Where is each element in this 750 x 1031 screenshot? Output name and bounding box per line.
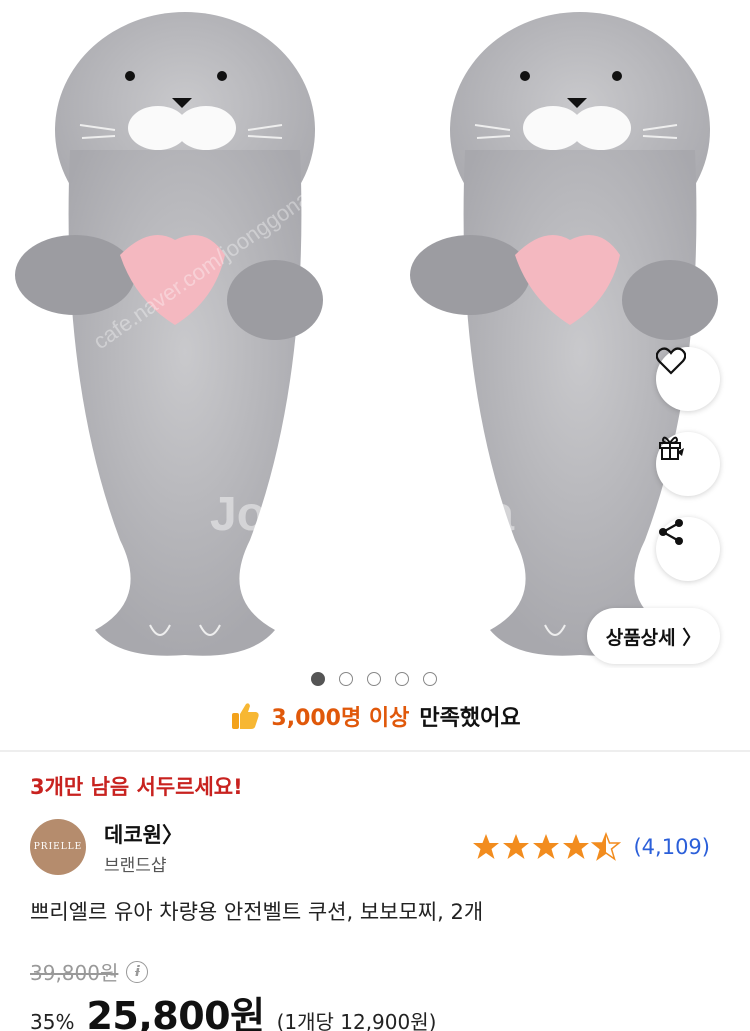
pagination-dot[interactable] [339,672,353,686]
info-icon[interactable]: i [126,960,149,983]
gift-icon [659,436,684,460]
share-button[interactable] [656,517,720,581]
star-rating [473,832,622,861]
section-divider [0,750,750,752]
pagination-dot[interactable] [311,672,325,686]
product-detail-button[interactable]: 상품상세 〉 [587,608,720,664]
product-image-gallery[interactable]: Joonggonara cafe.naver.com/joonggonara 상… [0,0,750,668]
rating-summary[interactable]: (4,109) [471,832,710,862]
seller-row: PRIELLE 데코원〉 브랜드샵 (4,109) [30,814,720,876]
heart-icon [656,347,686,375]
gift-button[interactable] [656,432,720,496]
pagination-dot[interactable] [367,672,381,686]
star-icon [563,834,590,859]
watermark: Joonggonara [210,488,514,541]
thumbs-up-icon [232,703,260,729]
unit-price: (1개당 12,900원) [276,1010,437,1031]
half-star-icon [591,832,622,861]
seller-logo[interactable]: PRIELLE [30,819,86,875]
discount-rate: 35% [30,1010,75,1031]
seller-type: 브랜드샵 [104,856,167,876]
star-icon [533,834,560,859]
original-price: 39,800원 [30,961,119,985]
pagination-dot[interactable] [423,672,437,686]
share-icon [659,519,683,545]
review-count[interactable]: (4,109) [633,835,710,859]
sale-price: 25,800원 [86,994,265,1031]
pagination-dot[interactable] [395,672,409,686]
original-price-row: 39,800원 i [30,957,149,986]
wishlist-button[interactable] [656,347,720,411]
star-icon [503,834,530,859]
product-detail-label: 상품상세 〉 [605,626,702,649]
gallery-pagination [311,672,437,686]
star-icon [473,834,500,859]
satisfaction-count: 3,000명 이상 [271,706,410,731]
product-title: 쁘리엘르 유아 차량용 안전벨트 쿠션, 보보모찌, 2개 [30,900,484,924]
satisfaction-text: 만족했어요 [419,706,521,731]
stock-warning: 3개만 남음 서두르세요! [30,775,243,799]
seller-name-link[interactable]: 데코원〉 [104,819,183,849]
seal-plush-left [15,12,323,656]
price-row: 35% 25,800원 (1개당 12,900원) [30,985,436,1031]
satisfaction-banner: 3,000명 이상 만족했어요 [0,700,750,732]
product-image: Joonggonara cafe.naver.com/joonggonara [15,12,718,656]
